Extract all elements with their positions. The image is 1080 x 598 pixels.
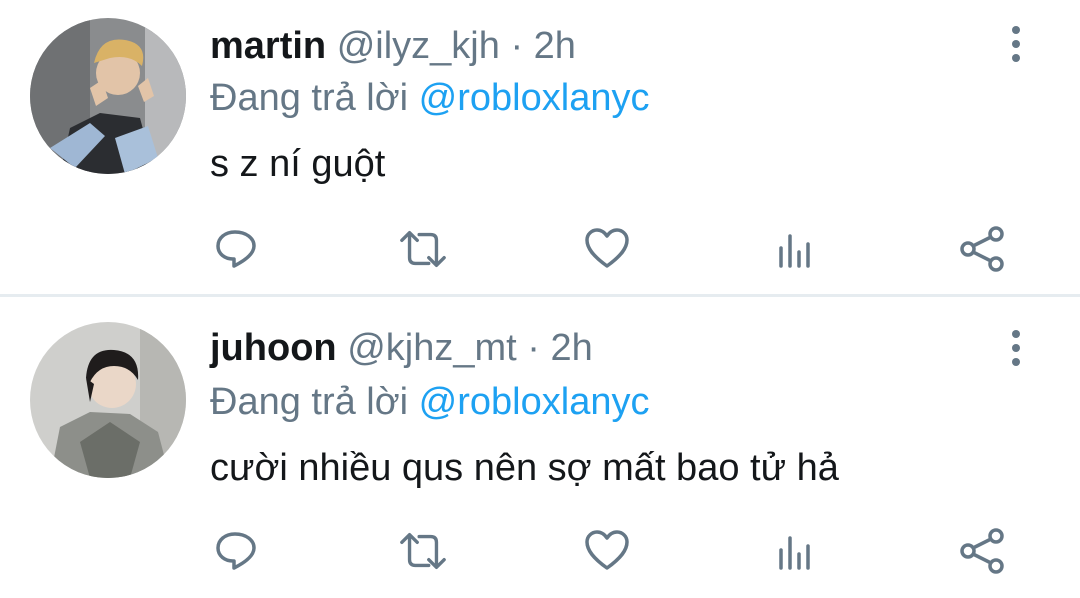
share-button[interactable] <box>957 526 1007 576</box>
retweet-icon <box>400 230 446 268</box>
views-icon <box>779 536 810 570</box>
share-button[interactable] <box>957 224 1007 274</box>
tweet-text: s z ní guột <box>210 143 386 185</box>
like-button[interactable] <box>582 224 632 274</box>
share-icon <box>960 226 1004 272</box>
retweet-button[interactable] <box>398 224 448 274</box>
like-icon <box>585 530 629 570</box>
avatar[interactable] <box>30 322 186 478</box>
tweet-actions <box>0 520 1080 580</box>
tweet-card[interactable]: martin @ilyz_kjh · 2h Đang trả lời @robl… <box>0 0 1080 296</box>
timestamp[interactable]: 2h <box>534 25 576 67</box>
display-name[interactable]: juhoon <box>210 327 337 369</box>
avatar[interactable] <box>30 18 186 174</box>
like-icon <box>585 228 629 268</box>
replying-to: Đang trả lời @robloxlanyc <box>210 76 649 120</box>
replying-to-label: Đang trả lời <box>210 381 409 423</box>
tweet-header: juhoon @kjhz_mt · 2h <box>210 326 593 370</box>
reply-button[interactable] <box>212 224 262 274</box>
share-icon <box>960 528 1004 574</box>
separator-dot: · <box>510 25 524 67</box>
tweet-divider <box>0 294 1080 297</box>
tweet-actions <box>0 218 1080 278</box>
avatar-photo-icon <box>30 322 186 478</box>
mention-link[interactable]: @robloxlanyc <box>419 77 650 119</box>
reply-icon <box>216 532 256 570</box>
retweet-button[interactable] <box>398 526 448 576</box>
like-button[interactable] <box>582 526 632 576</box>
timestamp[interactable]: 2h <box>550 327 592 369</box>
reply-button[interactable] <box>212 526 262 576</box>
views-button[interactable] <box>770 526 820 576</box>
more-vertical-icon[interactable] <box>998 26 1034 62</box>
retweet-icon <box>400 532 446 570</box>
tweet-header: martin @ilyz_kjh · 2h <box>210 24 576 68</box>
more-vertical-icon[interactable] <box>998 330 1034 366</box>
reply-feed: martin @ilyz_kjh · 2h Đang trả lời @robl… <box>0 0 1080 598</box>
user-handle[interactable]: @kjhz_mt <box>347 327 517 369</box>
reply-icon <box>216 230 256 268</box>
tweet-text: cười nhiều qus nên sợ mất bao tử hả <box>210 447 839 489</box>
views-button[interactable] <box>770 224 820 274</box>
views-icon <box>779 234 810 268</box>
tweet-card[interactable]: juhoon @kjhz_mt · 2h Đang trả lời @roblo… <box>0 298 1080 598</box>
mention-link[interactable]: @robloxlanyc <box>419 381 650 423</box>
separator-dot: · <box>527 327 540 369</box>
replying-to-label: Đang trả lời <box>210 77 409 119</box>
display-name[interactable]: martin <box>210 25 326 67</box>
replying-to: Đang trả lời @robloxlanyc <box>210 380 649 424</box>
user-handle[interactable]: @ilyz_kjh <box>337 25 500 67</box>
avatar-photo-icon <box>30 18 186 174</box>
